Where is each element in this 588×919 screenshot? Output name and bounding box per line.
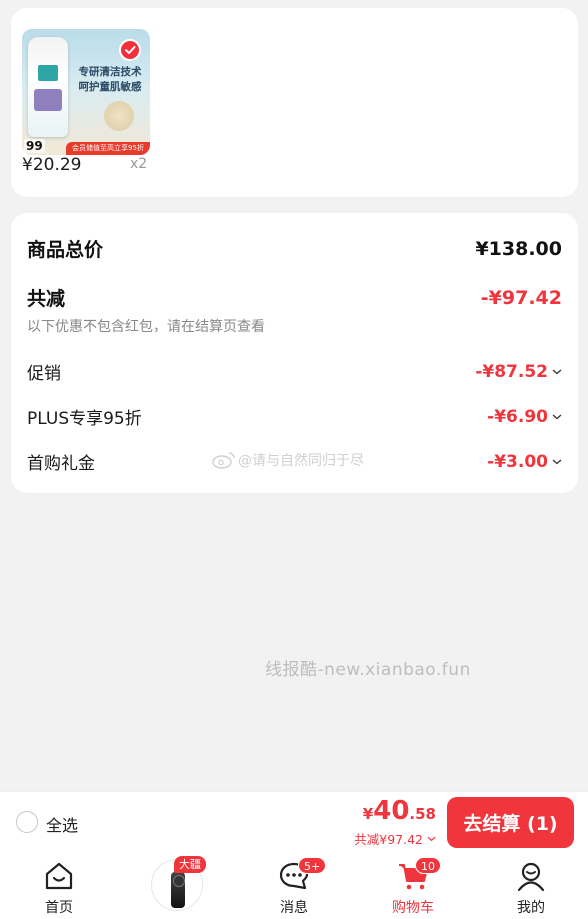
discount-value: -¥3.00 <box>487 452 562 472</box>
goods-total-label: 商品总价 <box>27 239 104 261</box>
discount-value: -¥87.52 <box>475 362 562 382</box>
price-integer: 40 <box>373 796 410 826</box>
discount-value: -¥6.90 <box>487 407 562 427</box>
product-price: ¥20.29 <box>22 155 82 175</box>
select-all-label[interactable]: 全选 <box>46 812 78 836</box>
weibo-icon <box>212 452 235 469</box>
promo-product-image <box>171 872 185 908</box>
tab-cart[interactable]: 10 购物车 <box>373 853 453 919</box>
total-reduce-label: 共减 <box>27 288 66 310</box>
checkout-button[interactable]: 去结算 (1) <box>447 797 574 848</box>
saved-amount: 共减¥97.42 <box>354 832 423 847</box>
chevron-down-icon <box>552 459 562 464</box>
home-icon <box>45 862 73 890</box>
check-icon <box>125 46 136 54</box>
select-all-radio[interactable] <box>16 811 38 833</box>
thumb-emblem <box>104 101 134 131</box>
item-select-checkbox[interactable] <box>119 39 141 61</box>
weibo-watermark: @请与自然同归于尽 <box>212 450 364 470</box>
thumb-headline: 专研清洁技术 呵护童肌敏感 <box>72 65 148 95</box>
checkout-bar: 全选 ¥40.58 共减¥97.42 去结算 (1) <box>0 791 588 853</box>
product-bottle-image <box>28 37 68 137</box>
thumb-price: 99 <box>24 139 45 153</box>
tab-mine-label: 我的 <box>517 900 545 916</box>
discount-note: 以下优惠不包含红包，请在结算页查看 <box>27 319 265 335</box>
product-card: 专研清洁技术 呵护童肌敏感 99 会员储值至高立享95折 ¥20.29 x2 <box>11 8 578 197</box>
chevron-down-icon <box>552 369 562 374</box>
user-icon <box>517 862 545 891</box>
bottom-tab-bar: 首页 大疆 5+ 消息 10 购物车 我的 <box>0 853 588 919</box>
total-reduce-row: 共减 -¥97.42 <box>27 284 562 311</box>
tab-home-label: 首页 <box>45 900 73 916</box>
price-currency: ¥ <box>362 805 374 823</box>
discount-amount: -¥3.00 <box>487 451 548 472</box>
thumb-headline-line2: 呵护童肌敏感 <box>78 81 142 93</box>
discount-label: PLUS专享95折 <box>27 409 142 429</box>
tab-messages-label: 消息 <box>280 900 308 916</box>
checkout-saved-detail[interactable]: 共减¥97.42 <box>354 829 436 848</box>
goods-total-row: 商品总价 ¥138.00 <box>27 235 562 262</box>
chevron-down-icon <box>427 836 436 841</box>
discount-row-promotion[interactable]: 促销 -¥87.52 <box>27 359 562 384</box>
total-reduce-value: -¥97.42 <box>480 286 562 309</box>
tab-home[interactable]: 首页 <box>19 853 99 919</box>
discount-label: 首购礼金 <box>27 454 95 474</box>
tab-cart-label: 购物车 <box>392 900 434 916</box>
discount-amount: -¥87.52 <box>475 361 548 382</box>
tab-mine[interactable]: 我的 <box>491 853 571 919</box>
weibo-watermark-text: @请与自然同归于尽 <box>238 453 364 469</box>
thumb-member-badge: 会员储值至高立享95折 <box>66 142 150 155</box>
checkout-total-price: ¥40.58 <box>363 796 436 826</box>
discount-amount: -¥6.90 <box>487 406 548 427</box>
price-decimal: .58 <box>409 805 436 823</box>
cart-badge: 10 <box>415 857 441 874</box>
chevron-down-icon <box>552 414 562 419</box>
site-watermark: 线报酷-new.xianbao.fun <box>265 660 471 680</box>
discount-row-plus[interactable]: PLUS专享95折 -¥6.90 <box>27 404 562 429</box>
discount-label: 促销 <box>27 364 61 384</box>
promo-tag: 大疆 <box>174 856 206 873</box>
thumb-headline-line1: 专研清洁技术 <box>78 66 142 78</box>
tab-messages[interactable]: 5+ 消息 <box>254 853 334 919</box>
product-quantity[interactable]: x2 <box>130 156 147 172</box>
messages-badge: 5+ <box>298 857 327 874</box>
goods-total-value: ¥138.00 <box>475 237 562 260</box>
